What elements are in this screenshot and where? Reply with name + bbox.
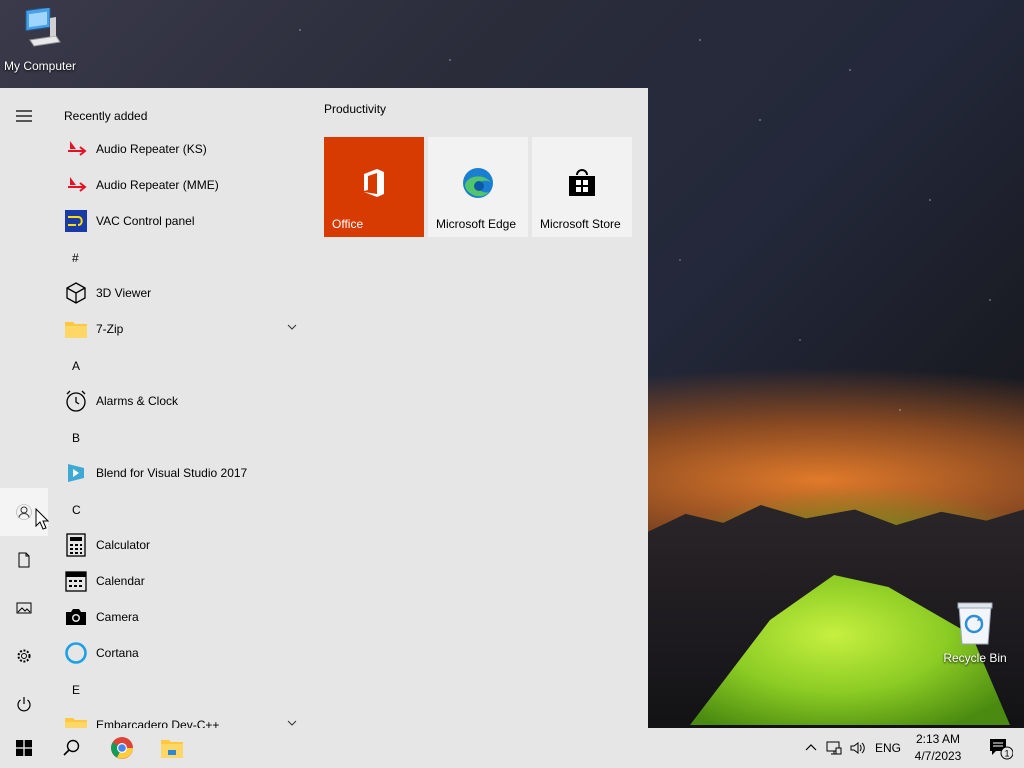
app-list[interactable]: Recently added Audio Repeater (KS) Audio…	[48, 88, 310, 728]
app-name: 7-Zip	[96, 322, 124, 336]
volume-button[interactable]	[846, 728, 870, 768]
mouse-cursor-icon	[35, 508, 49, 530]
app-item-calendar[interactable]: Calendar	[48, 563, 310, 599]
folder-icon	[64, 317, 88, 341]
tile-office[interactable]: Office	[324, 137, 424, 237]
calendar-icon	[64, 569, 88, 593]
vac-icon	[64, 209, 88, 233]
file-explorer-icon	[161, 740, 183, 758]
desktop-icon-label: My Computer	[3, 59, 77, 73]
chevron-down-icon[interactable]	[286, 321, 298, 333]
desktop-icon-my-computer[interactable]: My Computer	[0, 6, 80, 73]
app-item-cortana[interactable]: Cortana	[48, 635, 310, 671]
tile-label: Microsoft Store	[540, 217, 621, 231]
windows-logo-icon	[16, 740, 32, 756]
documents-button[interactable]	[0, 536, 48, 584]
app-item-3d-viewer[interactable]: 3D Viewer	[48, 275, 310, 311]
taskbar-chrome[interactable]	[98, 728, 146, 768]
app-item-blend[interactable]: Blend for Visual Studio 2017	[48, 455, 310, 491]
document-icon	[18, 552, 30, 568]
app-name: Calculator	[96, 538, 151, 552]
app-name: Camera	[96, 610, 139, 624]
desktop-icon-label: Recycle Bin	[943, 651, 1007, 665]
group-letter-b[interactable]: B	[72, 420, 80, 456]
clock-time: 2:13 AM	[915, 732, 961, 746]
app-item-audio-repeater-mme[interactable]: Audio Repeater (MME)	[48, 167, 310, 203]
input-language[interactable]: ENG	[870, 728, 906, 768]
tile-microsoft-edge[interactable]: Microsoft Edge	[428, 137, 528, 237]
tile-microsoft-store[interactable]: Microsoft Store	[532, 137, 632, 237]
app-item-vac-control-panel[interactable]: VAC Control panel	[48, 203, 310, 239]
app-name: Calendar	[96, 574, 145, 588]
chevron-up-icon	[805, 744, 817, 751]
search-icon	[63, 739, 80, 756]
calculator-icon	[64, 533, 88, 557]
taskbar-clock[interactable]: 2:13 AM 4/7/2023	[908, 731, 968, 765]
app-item-calculator[interactable]: Calculator	[48, 527, 310, 563]
audio-repeater-icon	[64, 173, 88, 197]
computer-icon	[25, 6, 61, 47]
app-name: Audio Repeater (KS)	[96, 142, 207, 156]
pictures-button[interactable]	[0, 584, 48, 632]
app-name: Cortana	[96, 646, 139, 660]
chevron-down-icon[interactable]	[286, 717, 298, 728]
tile-label: Microsoft Edge	[436, 217, 517, 231]
notification-count: 1	[1004, 749, 1009, 759]
recycle-bin-icon	[957, 602, 993, 645]
chrome-icon	[111, 737, 133, 759]
clock-date: 4/7/2023	[914, 749, 962, 763]
app-name: Blend for Visual Studio 2017	[96, 466, 248, 480]
app-item-camera[interactable]: Camera	[48, 599, 310, 635]
app-item-embarcadero[interactable]: Embarcadero Dev-C++	[48, 707, 310, 728]
app-name: Embarcadero Dev-C++	[96, 718, 220, 728]
tile-label: Office	[332, 217, 364, 231]
user-icon	[16, 504, 32, 520]
group-letter-hash[interactable]: #	[72, 240, 79, 276]
notification-icon: 1	[990, 739, 1013, 760]
app-item-alarms-clock[interactable]: Alarms & Clock	[48, 383, 310, 419]
app-name: VAC Control panel	[96, 214, 195, 228]
audio-repeater-icon	[64, 137, 88, 161]
group-letter-c[interactable]: C	[72, 492, 81, 528]
app-name: Audio Repeater (MME)	[96, 178, 219, 192]
expand-menu-button[interactable]	[0, 92, 48, 140]
taskbar: ENG 2:13 AM 4/7/2023 1	[0, 728, 1024, 768]
camera-icon	[64, 605, 88, 629]
store-icon	[569, 169, 595, 196]
settings-button[interactable]	[0, 632, 48, 680]
start-button[interactable]	[0, 728, 48, 768]
app-item-7-zip[interactable]: 7-Zip	[48, 311, 310, 347]
edge-icon	[463, 168, 493, 198]
network-icon	[826, 741, 842, 755]
gear-icon	[17, 649, 31, 663]
app-item-audio-repeater-ks[interactable]: Audio Repeater (KS)	[48, 131, 310, 167]
start-menu: Recently added Audio Repeater (KS) Audio…	[0, 88, 648, 728]
hamburger-icon	[16, 110, 32, 122]
app-name: 3D Viewer	[96, 286, 152, 300]
start-menu-rail	[0, 88, 48, 728]
tile-group-title[interactable]: Productivity	[324, 102, 524, 116]
search-button[interactable]	[48, 728, 96, 768]
alarm-clock-icon	[64, 389, 88, 413]
blend-icon	[64, 461, 88, 485]
recently-added-header: Recently added	[64, 109, 148, 123]
show-hidden-icons-button[interactable]	[800, 728, 822, 768]
cortana-icon	[64, 641, 88, 665]
app-name: Alarms & Clock	[96, 394, 179, 408]
volume-icon	[850, 742, 865, 754]
power-icon	[17, 697, 31, 712]
pictures-icon	[16, 602, 32, 614]
office-icon	[364, 169, 384, 197]
desktop-icon-recycle-bin[interactable]: Recycle Bin	[935, 600, 1015, 665]
group-letter-a[interactable]: A	[72, 348, 80, 384]
taskbar-file-explorer[interactable]	[148, 728, 196, 768]
action-center-button[interactable]: 1	[976, 728, 1024, 768]
cube-icon	[64, 281, 88, 305]
network-button[interactable]	[822, 728, 846, 768]
folder-icon	[64, 713, 88, 728]
group-letter-e[interactable]: E	[72, 672, 80, 708]
power-button[interactable]	[0, 680, 48, 728]
